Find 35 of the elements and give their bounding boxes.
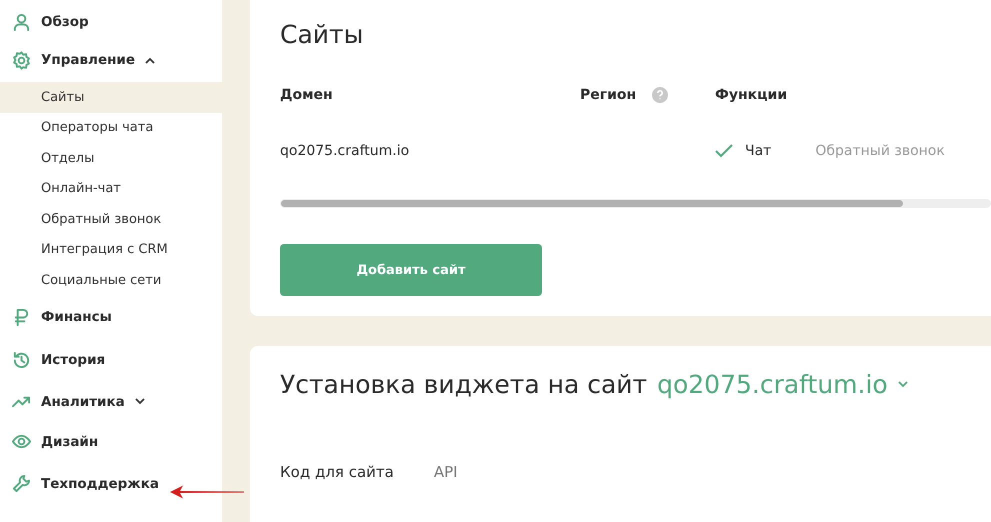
check-icon [715, 144, 733, 158]
column-header: Функции [715, 87, 788, 103]
ruble-icon [12, 308, 31, 326]
feature-label: Обратный звонок [815, 143, 945, 159]
nav-item[interactable]: Обзор [41, 14, 89, 30]
nav-item[interactable]: Техподдержка [41, 476, 160, 492]
nav-subitem[interactable]: Обратный звонок [0, 204, 222, 234]
tab[interactable]: Код для сайта [280, 463, 394, 481]
history-icon [12, 350, 31, 370]
chevron-icon[interactable] [145, 56, 156, 64]
column-header: Регион [580, 87, 715, 103]
eye-icon [12, 432, 31, 451]
scrollbar[interactable] [280, 199, 991, 208]
nav-item[interactable]: Аналитика [41, 394, 125, 410]
domain-cell-text: qo2075.craftum.io [280, 143, 410, 159]
gear-icon [12, 50, 31, 70]
nav-subitem[interactable]: Операторы чата [0, 112, 222, 143]
nav-item[interactable]: Дизайн [41, 434, 98, 450]
nav-subitem[interactable]: Интеграция с CRM [0, 234, 222, 265]
nav-subitem[interactable]: Отделы [0, 143, 222, 174]
tab[interactable]: API [434, 463, 458, 481]
nav-item[interactable]: Финансы [41, 309, 112, 325]
person-icon [12, 12, 31, 32]
nav-subitem[interactable]: Онлайн-чат [0, 174, 222, 204]
chevron-icon[interactable] [134, 398, 145, 405]
wrench-icon [12, 474, 31, 493]
title-text: Установка виджета на сайт [280, 370, 648, 399]
nav-subitem[interactable]: Сайты [0, 82, 222, 112]
nav-item[interactable]: Управление [41, 52, 136, 68]
nav-item[interactable]: История [41, 352, 106, 368]
help-icon[interactable] [652, 87, 668, 103]
page-title: Сайты [280, 20, 364, 49]
column-header: Домен [280, 87, 334, 103]
nav-subitem[interactable]: Социальные сети [0, 265, 222, 296]
feature-label: Чат [715, 143, 772, 159]
